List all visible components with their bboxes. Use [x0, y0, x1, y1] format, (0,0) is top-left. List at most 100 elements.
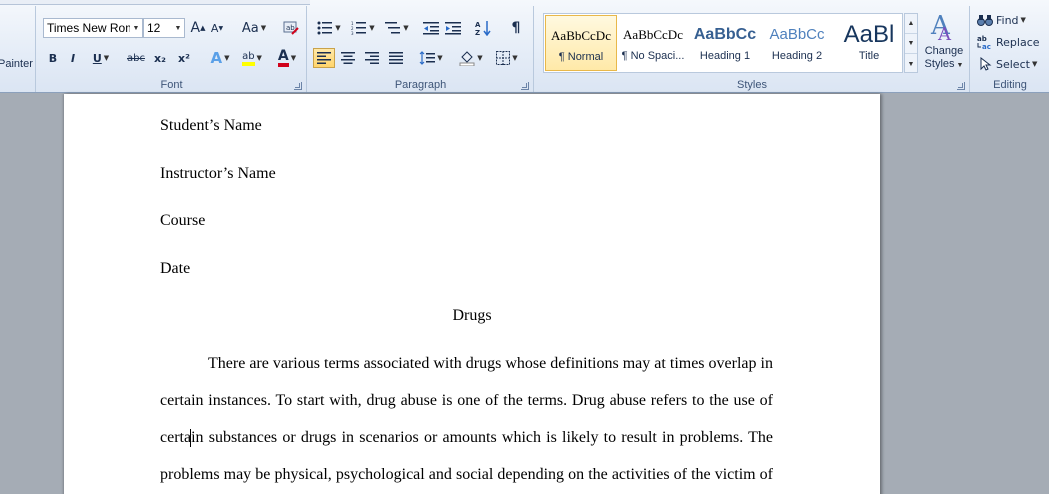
decrease-indent-button[interactable] — [422, 18, 440, 38]
style-normal[interactable]: AaBbCcDc ¶ Normal — [545, 15, 617, 71]
style-name: ¶ Normal — [558, 51, 604, 63]
font-name-combo[interactable]: Times New Rom ▼ — [43, 18, 143, 38]
multilevel-list-icon — [385, 22, 401, 34]
editing-group: Find ▼ ab ac Replace Select ▼ Editing — [971, 6, 1049, 92]
replace-label: Replace — [996, 35, 1040, 49]
body-line[interactable]: certain instances. To start with, drug a… — [160, 392, 773, 410]
gallery-down-icon[interactable]: ▼ — [905, 34, 917, 54]
find-label: Find — [996, 13, 1019, 27]
document-area[interactable]: Student’s Name Instructor’s Name Course … — [0, 94, 1049, 494]
style-name: Title — [858, 50, 880, 62]
sort-button[interactable]: A Z — [474, 18, 492, 38]
underline-button[interactable]: U ▼ — [87, 48, 115, 68]
styles-group-label: Styles — [737, 79, 767, 91]
svg-text:A: A — [937, 24, 952, 42]
change-styles-label-1: Change — [924, 45, 964, 57]
select-button[interactable]: Select ▼ — [977, 54, 1047, 74]
style-sample: AaBbCc — [693, 26, 757, 43]
change-case-icon: Aa — [241, 20, 259, 36]
shrink-font-icon: A — [210, 21, 219, 35]
cursor-arrow-icon — [980, 57, 992, 71]
date-line[interactable]: Date — [160, 260, 190, 278]
style-title[interactable]: AaBl Title — [833, 15, 905, 71]
font-name-value: Times New Rom — [47, 21, 136, 35]
show-formatting-button[interactable]: ¶ — [508, 18, 524, 38]
bullets-button[interactable]: ▼ — [314, 18, 344, 38]
paragraph-group-label: Paragraph — [394, 79, 447, 91]
paragraph-dialog-launcher-icon[interactable] — [521, 82, 529, 90]
style-heading-2[interactable]: AaBbCc Heading 2 — [761, 15, 833, 71]
document-page[interactable]: Student’s Name Instructor’s Name Course … — [64, 94, 880, 494]
font-color-button[interactable]: A ▼ — [273, 48, 301, 68]
align-right-button[interactable] — [362, 48, 382, 68]
borders-button[interactable]: ▼ — [492, 48, 522, 68]
instructor-name-line[interactable]: Instructor’s Name — [160, 165, 276, 183]
find-button[interactable]: Find ▼ — [977, 10, 1047, 30]
align-center-button[interactable] — [338, 48, 358, 68]
borders-icon — [496, 51, 511, 65]
styles-dialog-launcher-icon[interactable] — [957, 82, 965, 90]
shading-button[interactable]: ▼ — [456, 48, 486, 68]
shrink-font-button[interactable]: A ▼ — [209, 18, 225, 38]
numbering-button[interactable]: 1 2 3 ▼ — [348, 18, 378, 38]
svg-text:A: A — [475, 21, 481, 29]
align-center-icon — [341, 52, 355, 64]
styles-gallery: AaBbCcDc ¶ Normal AaBbCcDc ¶ No Spaci...… — [543, 13, 903, 73]
line-spacing-button[interactable]: ▼ — [416, 48, 446, 68]
italic-button[interactable]: I — [65, 48, 81, 68]
text-effects-icon: A — [210, 49, 223, 67]
superscript-button[interactable]: x² — [175, 48, 193, 68]
select-label: Select — [996, 57, 1030, 71]
text-effects-button[interactable]: A ▼ — [207, 48, 233, 68]
gallery-up-icon[interactable]: ▲ — [905, 14, 917, 34]
subscript-button[interactable]: x₂ — [151, 48, 169, 68]
svg-text:Z: Z — [475, 29, 480, 36]
chevron-down-icon[interactable]: ▼ — [130, 19, 142, 37]
student-name-line[interactable]: Student’s Name — [160, 117, 262, 135]
document-title[interactable]: Drugs — [64, 307, 880, 325]
style-no-spacing[interactable]: AaBbCcDc ¶ No Spaci... — [617, 15, 689, 71]
body-line[interactable]: certain substances or drugs in scenarios… — [160, 429, 773, 447]
font-dialog-launcher-icon[interactable] — [294, 82, 302, 90]
bullets-icon — [317, 21, 333, 35]
course-line[interactable]: Course — [160, 212, 205, 230]
justify-button[interactable] — [386, 48, 406, 68]
body-line[interactable]: There are various terms associated with … — [160, 355, 773, 373]
font-group: Times New Rom ▼ 12 ▼ A ▲ A ▼ Aa ▼ ab B I U ▼ — [37, 6, 307, 92]
change-case-button[interactable]: Aa ▼ — [241, 18, 267, 38]
change-styles-icon: A A — [930, 11, 952, 45]
highlight-icon: ab — [242, 51, 255, 66]
grow-font-button[interactable]: A ▲ — [189, 18, 207, 38]
clear-formatting-icon: ab — [283, 21, 299, 35]
change-styles-button[interactable]: A A Change Styles ▼ — [921, 10, 967, 76]
style-heading-1[interactable]: AaBbCc Heading 1 — [689, 15, 761, 71]
increase-indent-button[interactable] — [444, 18, 462, 38]
font-color-icon: A — [277, 49, 289, 67]
style-name: ¶ No Spaci... — [621, 50, 685, 62]
svg-text:3: 3 — [351, 31, 354, 35]
format-painter-button[interactable]: Painter — [0, 58, 33, 70]
body-line[interactable]: problems may be physical, psychological … — [160, 466, 773, 484]
bold-button[interactable]: B — [45, 48, 61, 68]
strikethrough-button[interactable]: abc — [125, 48, 147, 68]
clear-formatting-button[interactable]: ab — [281, 18, 301, 38]
line-spacing-icon — [419, 51, 436, 65]
replace-button[interactable]: ab ac Replace — [977, 32, 1047, 52]
styles-gallery-scroll: ▲ ▼ ▼ — [904, 13, 918, 73]
highlight-button[interactable]: ab ▼ — [237, 48, 267, 68]
font-group-label: Font — [160, 79, 183, 91]
style-sample: AaBbCcDc — [623, 27, 683, 42]
chevron-down-icon[interactable]: ▼ — [172, 19, 184, 37]
change-styles-label-2-row: Styles ▼ — [924, 58, 964, 70]
align-left-button[interactable] — [313, 48, 335, 68]
style-name: Heading 1 — [699, 50, 751, 62]
gallery-more-icon[interactable]: ▼ — [905, 54, 917, 74]
svg-text:ac: ac — [982, 43, 991, 50]
numbering-icon: 1 2 3 — [351, 21, 367, 35]
editing-group-label: Editing — [993, 79, 1027, 91]
multilevel-list-button[interactable]: ▼ — [382, 18, 412, 38]
grow-font-icon: A — [190, 20, 201, 36]
style-sample: AaBbCc — [769, 26, 825, 43]
font-size-combo[interactable]: 12 ▼ — [143, 18, 185, 38]
underline-icon: U — [92, 51, 102, 65]
